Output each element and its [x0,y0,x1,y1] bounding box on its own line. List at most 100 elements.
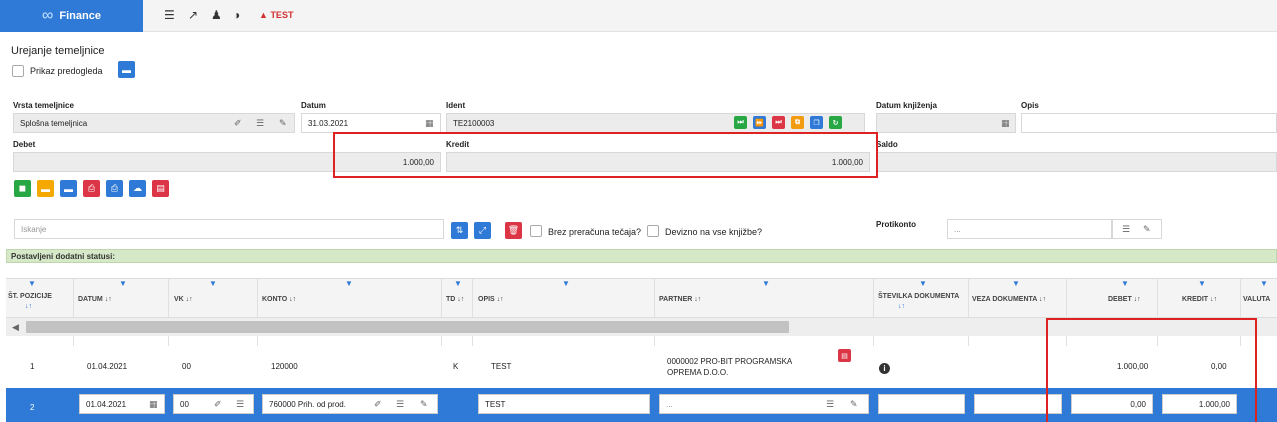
debet-label: Debet [13,140,36,149]
col-kredit[interactable]: KREDIT ↓↑ [1182,296,1217,303]
scroll-left-icon[interactable]: ◀ [12,322,19,333]
devizno-label: Devizno na vse knjižbe? [665,227,763,237]
status-bar: Postavljeni dodatni statusi: [6,249,1277,263]
calendar-icon[interactable]: ▦ [1001,118,1010,129]
col-konto[interactable]: KONTO ↓↑ [262,296,296,303]
filter-icon[interactable]: ▼ [28,279,36,288]
col-partner[interactable]: PARTNER ↓↑ [659,296,701,303]
col-opis[interactable]: OPIS ↓↑ [478,296,504,303]
datum-knjizenja-label: Datum knjiženja [876,101,937,110]
list-icon[interactable]: ☰ [164,8,175,22]
col-stevilka[interactable]: ŠTEVILKA DOKUMENTA [878,293,959,300]
col-datum[interactable]: DATUM ↓↑ [78,296,112,303]
last-record-button[interactable]: ⏭ [772,116,785,129]
cell-partner-line2: OPREMA D.O.O. [667,368,729,377]
filter-icon[interactable]: ▼ [454,279,462,288]
edit-icon[interactable]: ✎ [850,399,858,410]
col-td[interactable]: TD ↓↑ [446,296,464,303]
filter-icon[interactable]: ▼ [119,279,127,288]
copy-button[interactable]: ⧉ [791,116,804,129]
datum-knjizenja-field[interactable] [876,113,1016,133]
sort-button[interactable]: ⇅ [451,222,468,239]
filter-icon[interactable]: ▼ [1121,279,1129,288]
document-button[interactable]: ▤ [838,349,851,362]
external-link-icon[interactable]: ↗ [188,8,198,22]
filter-icon[interactable]: ▼ [1198,279,1206,288]
list-icon[interactable]: ☰ [1122,224,1130,235]
expand-button[interactable]: ⤢ [474,222,491,239]
opis-input[interactable]: TEST [478,394,650,414]
scrollbar-thumb[interactable] [26,321,789,333]
contrast-icon[interactable]: ◑ [233,8,240,22]
preview-checkbox[interactable] [12,65,24,77]
col-debet[interactable]: DEBET ↓↑ [1108,296,1141,303]
col-valuta[interactable]: VALUTA [1243,296,1270,303]
partner-input[interactable]: ... [659,394,869,414]
next-record-button[interactable]: ⏩ [753,116,766,129]
delete-doc-button[interactable]: ▤ [152,180,169,197]
archive-button[interactable]: ▬ [37,180,54,197]
upload-button[interactable]: ☁ [129,180,146,197]
print-icon: ⎙ [87,183,96,193]
kredit-input[interactable]: 1.000,00 [1162,394,1237,414]
window-button[interactable]: ▬ [60,180,77,197]
cell-kredit: 0,00 [1211,362,1227,371]
search-input[interactable]: Iskanje [14,219,444,239]
filter-icon[interactable]: ▼ [762,279,770,288]
refresh-button[interactable]: ↻ [829,116,842,129]
edit-icon[interactable]: ✎ [279,118,287,129]
protikonto-actions [1112,219,1162,239]
cloud-icon: ☁ [133,183,142,193]
print-preview-button[interactable]: ⎙ [106,180,123,197]
filter-icon[interactable]: ▼ [1012,279,1020,288]
edit-icon[interactable]: ✎ [420,399,428,410]
user-icon[interactable]: ♟ [211,8,222,22]
logo-icon: ∞ [42,7,54,24]
debet-input[interactable]: 0,00 [1071,394,1153,414]
veza-input[interactable] [974,394,1062,414]
kredit-label: Kredit [446,140,470,149]
printer-icon: ⎙ [110,183,119,193]
opis-field[interactable] [1021,113,1277,133]
preview-button[interactable]: ▬ [118,61,135,78]
print-button[interactable]: ⎙ [83,180,100,197]
cell-datum: 01.04.2021 [87,362,128,371]
info-icon[interactable]: i [879,363,890,374]
clear-icon[interactable]: ✐ [214,399,222,410]
filter-icon[interactable]: ▼ [209,279,217,288]
delete-button[interactable]: 🗑 [505,222,522,239]
filter-icon[interactable]: ▼ [1260,279,1268,288]
book-icon: ◼ [18,183,27,193]
filter-icon[interactable]: ▼ [562,279,570,288]
datum-label: Datum [301,101,326,110]
duplicate-button[interactable]: ❐ [810,116,823,129]
col-pozicija-sort[interactable]: ↓↑ [25,303,32,310]
protikonto-field[interactable]: ... [947,219,1112,239]
konto-input[interactable]: 760000 Prih. od prod. [262,394,438,414]
list-icon[interactable]: ☰ [256,118,264,129]
col-stevilka-sort[interactable]: ↓↑ [898,303,905,310]
calendar-icon[interactable]: ▦ [149,399,158,410]
col-pozicija[interactable]: ŠT. POZICIJE [8,293,52,300]
list-icon[interactable]: ☰ [236,399,244,410]
first-record-button[interactable]: ⏭ [734,116,747,129]
list-icon[interactable]: ☰ [826,399,834,410]
devizno-checkbox[interactable] [647,225,659,237]
filter-icon[interactable]: ▼ [919,279,927,288]
datum-field[interactable]: 31.03.2021 [301,113,441,133]
brez-checkbox[interactable] [530,225,542,237]
preview-label: Prikaz predogleda [30,66,103,76]
vrsta-field[interactable]: Splošna temeljnica [13,113,295,133]
calendar-icon[interactable]: ▦ [425,118,434,129]
col-vk[interactable]: VK ↓↑ [174,296,193,303]
edit-icon[interactable]: ✎ [1143,224,1151,235]
filter-icon[interactable]: ▼ [345,279,353,288]
stevilka-input[interactable] [878,394,965,414]
app-logo[interactable]: ∞ Finance [0,0,143,32]
clear-icon[interactable]: ✐ [374,399,382,410]
list-icon[interactable]: ☰ [396,399,404,410]
col-veza[interactable]: VEZA DOKUMENTA ↓↑ [972,296,1046,303]
book-button[interactable]: ◼ [14,180,31,197]
clear-icon[interactable]: ✐ [234,118,242,129]
table-row[interactable] [6,346,1277,388]
